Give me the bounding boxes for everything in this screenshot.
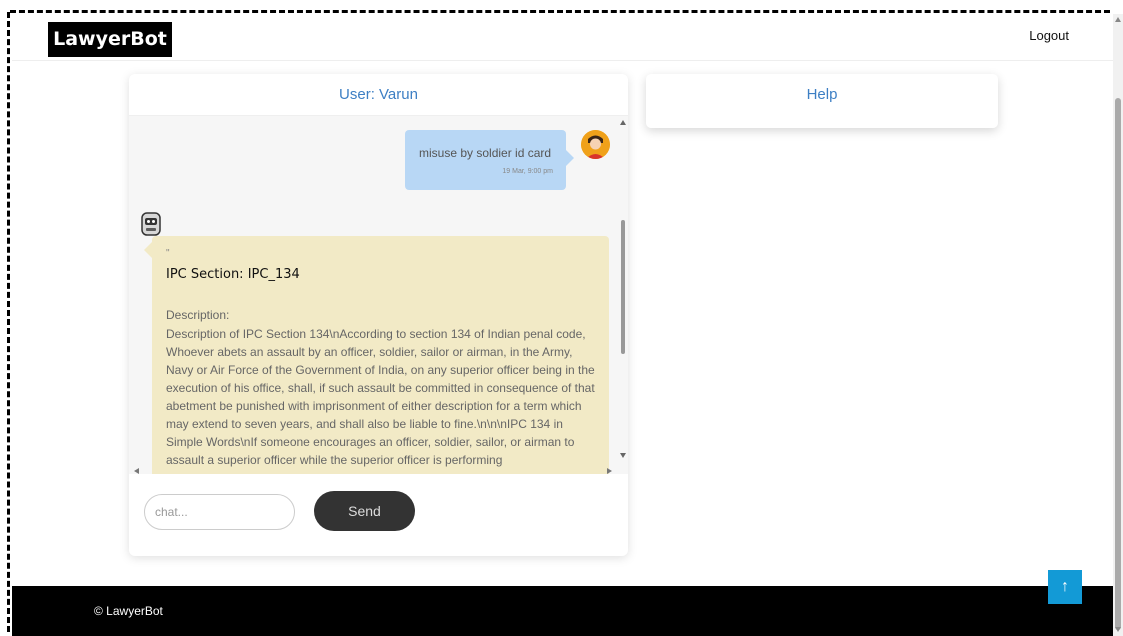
logout-link[interactable]: Logout — [1029, 28, 1069, 43]
scroll-right-arrow-icon[interactable] — [607, 468, 612, 474]
user-message-time: 19 Mar, 9:00 pm — [502, 168, 553, 175]
page-scroll-thumb[interactable] — [1115, 98, 1121, 630]
chat-messages-area[interactable]: misuse by soldier id card 19 Mar, 9:00 p… — [129, 116, 628, 474]
footer-copyright: © LawyerBot — [94, 604, 163, 618]
user-message-text: misuse by soldier id card — [419, 146, 552, 160]
dashed-border-top — [10, 10, 1110, 13]
bot-message-description: Description of IPC Section 134\nAccordin… — [166, 327, 595, 467]
help-header[interactable]: Help — [646, 74, 998, 116]
scroll-down-arrow-icon[interactable] — [620, 453, 626, 458]
page-scroll-down-icon[interactable] — [1115, 627, 1121, 632]
page-scrollbar[interactable] — [1113, 14, 1123, 636]
bot-avatar-icon — [140, 212, 162, 238]
footer: © LawyerBot — [12, 586, 1113, 636]
scroll-to-top-button[interactable]: ↑ — [1048, 570, 1082, 604]
navbar: LawyerBot Logout — [12, 14, 1113, 61]
scroll-left-arrow-icon[interactable] — [134, 468, 139, 474]
page-frame: LawyerBot Logout User: Varun misuse by s… — [0, 0, 1123, 636]
help-card: Help — [646, 74, 998, 128]
bot-message-title: IPC Section: IPC_134 — [166, 267, 300, 282]
page-scroll-up-icon[interactable] — [1115, 17, 1121, 22]
user-message-arrow — [566, 150, 574, 166]
send-button[interactable]: Send — [314, 491, 415, 531]
chat-card: User: Varun misuse by soldier id card 19… — [129, 74, 628, 556]
bot-message-description-label: Description: — [166, 308, 230, 322]
scroll-up-arrow-icon[interactable] — [620, 120, 626, 125]
chat-scroll-thumb[interactable] — [621, 220, 625, 354]
chat-input[interactable] — [144, 494, 295, 530]
brand-logo[interactable]: LawyerBot — [48, 22, 172, 57]
user-avatar-icon — [581, 130, 610, 159]
chat-vertical-scrollbar[interactable] — [617, 120, 628, 466]
user-message: misuse by soldier id card 19 Mar, 9:00 p… — [405, 130, 574, 190]
bot-message-quote: " — [166, 248, 170, 259]
dashed-border-left — [7, 12, 10, 632]
bot-message: " IPC Section: IPC_134 Description: Desc… — [144, 236, 609, 474]
chat-header: User: Varun — [129, 74, 628, 116]
bot-message-arrow — [144, 242, 152, 258]
arrow-up-icon: ↑ — [1061, 578, 1069, 595]
chat-horizontal-scrollbar[interactable] — [129, 466, 628, 476]
